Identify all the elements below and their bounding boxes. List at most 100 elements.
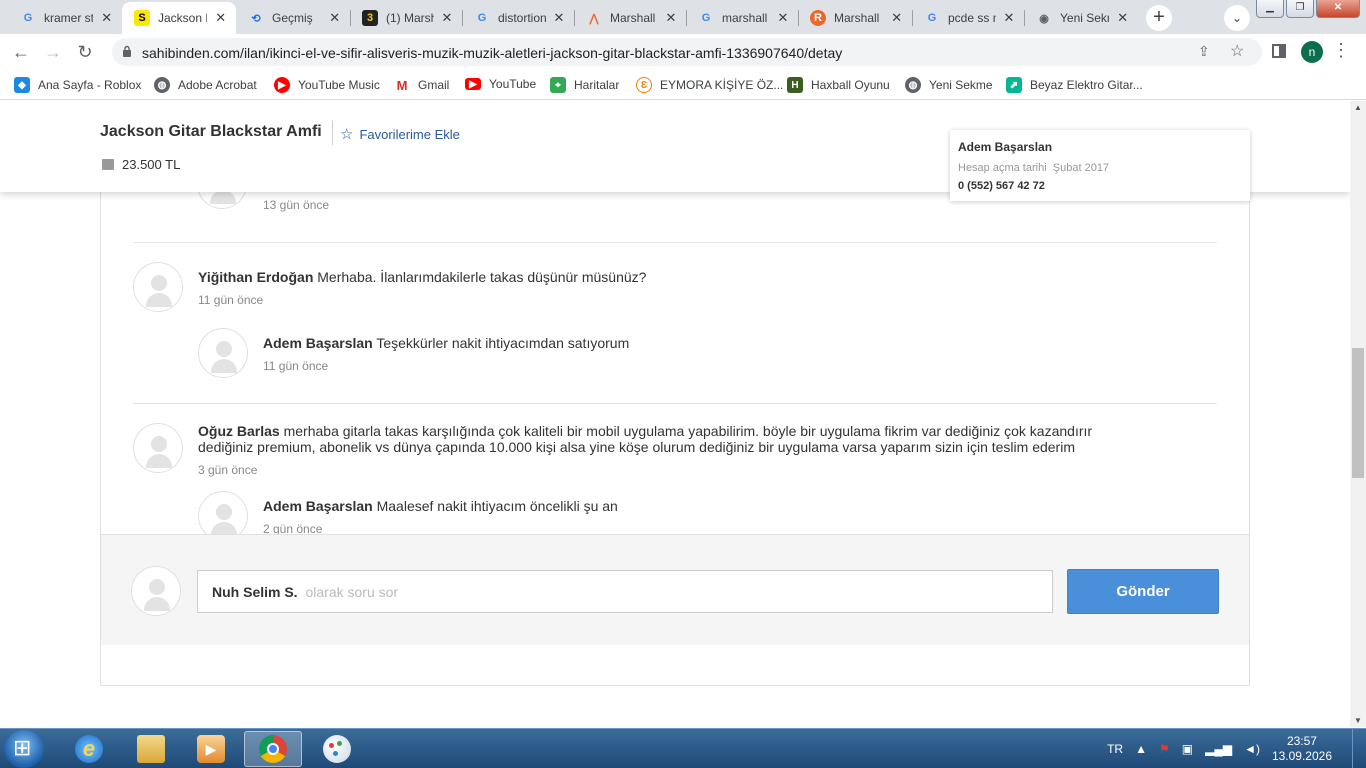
folder-icon <box>137 735 165 763</box>
action-center-icon[interactable]: ⚑ <box>1159 742 1170 756</box>
close-icon[interactable]: ✕ <box>889 10 904 26</box>
close-icon[interactable]: ✕ <box>776 10 790 26</box>
clock[interactable]: 23:57 13.09.2026 <box>1272 734 1332 764</box>
google-icon: G <box>701 12 711 24</box>
bookmark-roblox[interactable]: ◆ Ana Sayfa - Roblox <box>14 77 141 93</box>
taskbar-chrome[interactable] <box>244 731 302 767</box>
bookmark-star-icon[interactable]: ☆ <box>1230 41 1244 61</box>
tab-title: kramer st <box>44 11 94 25</box>
network-icon[interactable]: ▂▄▆ <box>1205 742 1232 756</box>
close-icon[interactable]: ✕ <box>664 10 678 26</box>
reload-icon[interactable]: ↻ <box>74 41 96 63</box>
show-desktop-button[interactable] <box>1352 729 1366 768</box>
tab-5[interactable]: G distortion ✕ <box>462 2 574 34</box>
new-tab-button[interactable]: + <box>1146 5 1172 31</box>
close-icon[interactable]: ✕ <box>213 10 228 26</box>
volume-icon[interactable]: ◄) <box>1244 742 1260 756</box>
seller-phone: 0 (552) 567 42 72 <box>958 180 1045 192</box>
question-author: Oğuz Barlas <box>198 423 280 439</box>
seller-name[interactable]: Adem Başarslan <box>958 140 1242 154</box>
forward-arrow-icon[interactable]: → <box>42 41 64 63</box>
bookmark-youtube[interactable]: ▶ YouTube <box>465 77 536 91</box>
close-icon[interactable]: ✕ <box>99 10 114 26</box>
close-window-button[interactable]: ✕ <box>1316 0 1360 18</box>
taskbar-explorer[interactable] <box>122 731 180 767</box>
close-icon[interactable]: ✕ <box>440 10 454 26</box>
bookmark-haxball[interactable]: H Haxball Oyunu <box>787 77 890 93</box>
tab-2-active[interactable]: S Jackson E ✕ <box>122 2 236 34</box>
tab-4[interactable]: 3 (1) Marsh ✕ <box>350 2 462 34</box>
bookmark-adobe[interactable]: ◍ Adobe Acrobat <box>154 77 257 93</box>
question-text: Yiğithan Erdoğan Merhaba. İlanlarımdakil… <box>198 269 646 285</box>
bookmark-new-tab[interactable]: ◍ Yeni Sekme <box>905 77 993 93</box>
ask-question-area: Nuh Selim S. olarak soru sor Gönder <box>101 534 1249 645</box>
language-indicator[interactable]: TR <box>1107 742 1123 756</box>
start-button[interactable] <box>4 730 44 768</box>
side-panel-icon[interactable] <box>1272 44 1286 58</box>
questions-answers-section: 13 gün önce Yiğithan Erdoğan Merhaba. İl… <box>100 159 1250 686</box>
comment-time: 13 gün önce <box>263 198 330 212</box>
question-input[interactable]: Nuh Selim S. olarak soru sor <box>197 570 1053 613</box>
app-icon: 3 <box>362 10 378 26</box>
system-tray: TR ▲ ⚑ ▣ ▂▄▆ ◄) 23:57 13.09.2026 <box>1107 729 1366 768</box>
tab-search-icon[interactable]: ⌄ <box>1224 5 1250 31</box>
close-icon[interactable]: ✕ <box>1002 10 1016 26</box>
bookmark-youtube-music[interactable]: ▶ YouTube Music <box>274 77 380 93</box>
bookmark-label: Haritalar <box>574 78 620 92</box>
reply-body: Teşekkürler nakit ihtiyacımdan satıyorum <box>376 335 630 351</box>
reply-body: Maalesef nakit ihtiyacım öncelikli şu an <box>376 498 618 514</box>
bookmark-gmail[interactable]: M Gmail <box>394 77 449 93</box>
tab-9[interactable]: G pcde ss n ✕ <box>912 2 1024 34</box>
tray-expand-icon[interactable]: ▲ <box>1135 742 1147 756</box>
share-icon[interactable]: ⇪ <box>1198 43 1210 60</box>
profile-avatar[interactable]: n <box>1301 41 1323 63</box>
internet-explorer-icon: e <box>75 735 103 763</box>
bookmark-label: Gmail <box>418 78 450 92</box>
bookmark-maps[interactable]: ⌖ Haritalar <box>550 77 619 93</box>
taskbar-media-player[interactable]: ▶ <box>182 731 240 767</box>
minimize-button[interactable]: ▁ <box>1256 0 1284 18</box>
close-icon[interactable]: ✕ <box>327 10 342 26</box>
bookmark-guitar[interactable]: ⬈ Beyaz Elektro Gitar... <box>1006 77 1143 93</box>
bookmark-label: Yeni Sekme <box>929 78 993 92</box>
tab-7[interactable]: G marshall a ✕ <box>686 2 798 34</box>
scroll-up-icon[interactable]: ▲ <box>1354 103 1362 112</box>
tab-6[interactable]: ⋀ Marshall ✕ <box>574 2 686 34</box>
maximize-button[interactable]: ❐ <box>1286 0 1314 18</box>
bookmark-eymora[interactable]: Ɛ EYMORA KİŞİYE ÖZ... <box>636 77 783 93</box>
bookmark-label: Haxball Oyunu <box>811 78 890 92</box>
bookmark-label: YouTube <box>489 77 537 91</box>
seller-since-value: Şubat 2017 <box>1052 162 1110 174</box>
close-icon[interactable]: ✕ <box>552 10 566 26</box>
power-icon[interactable]: ▣ <box>1182 742 1193 756</box>
tab-8[interactable]: R Marshall ✕ <box>798 2 912 34</box>
star-icon: ☆ <box>340 126 354 143</box>
menu-dots-icon[interactable]: ⋮ <box>1332 40 1350 61</box>
reverb-icon: ⋀ <box>589 12 599 25</box>
page-content: 13 gün önce Yiğithan Erdoğan Merhaba. İl… <box>0 101 1350 727</box>
back-arrow-icon[interactable]: ← <box>10 41 32 63</box>
close-icon[interactable]: ✕ <box>1115 10 1130 26</box>
scroll-down-icon[interactable]: ▼ <box>1354 716 1362 725</box>
clock-date: 13.09.2026 <box>1271 749 1332 763</box>
question-author: Yiğithan Erdoğan <box>198 269 314 285</box>
taskbar-paint[interactable] <box>308 731 366 767</box>
question-text: Oğuz Barlas merhaba gitarla takas karşıl… <box>198 423 1198 455</box>
address-bar[interactable]: sahibinden.com/ilan/ikinci-el-ve-sifir-a… <box>112 38 1262 66</box>
seller-since: Hesap açma tarihi Şubat 2017 <box>958 162 1242 174</box>
tab-10[interactable]: ◉ Yeni Sekm ✕ <box>1024 2 1138 34</box>
maps-icon: ⌖ <box>550 77 566 93</box>
scrollbar-thumb[interactable] <box>1352 348 1364 478</box>
window-controls: ▁ ❐ ✕ <box>1254 0 1360 18</box>
google-icon: G <box>477 12 487 24</box>
lock-icon <box>123 45 131 57</box>
taskbar-ie[interactable]: e <box>60 731 118 767</box>
send-button[interactable]: Gönder <box>1067 569 1219 614</box>
tab-strip: G kramer st ✕ S Jackson E ✕ ⟲ Geçmiş ✕ 3… <box>0 0 1366 34</box>
price-value: 23.500 TL <box>122 157 181 172</box>
tab-1[interactable]: G kramer st ✕ <box>8 2 122 34</box>
url-text: sahibinden.com/ilan/ikinci-el-ve-sifir-a… <box>142 45 843 61</box>
add-favorite-link[interactable]: ☆ Favorilerime Ekle <box>340 125 460 143</box>
tab-3[interactable]: ⟲ Geçmiş ✕ <box>236 2 350 34</box>
page-scrollbar[interactable]: ▲ ▼ <box>1350 101 1366 727</box>
